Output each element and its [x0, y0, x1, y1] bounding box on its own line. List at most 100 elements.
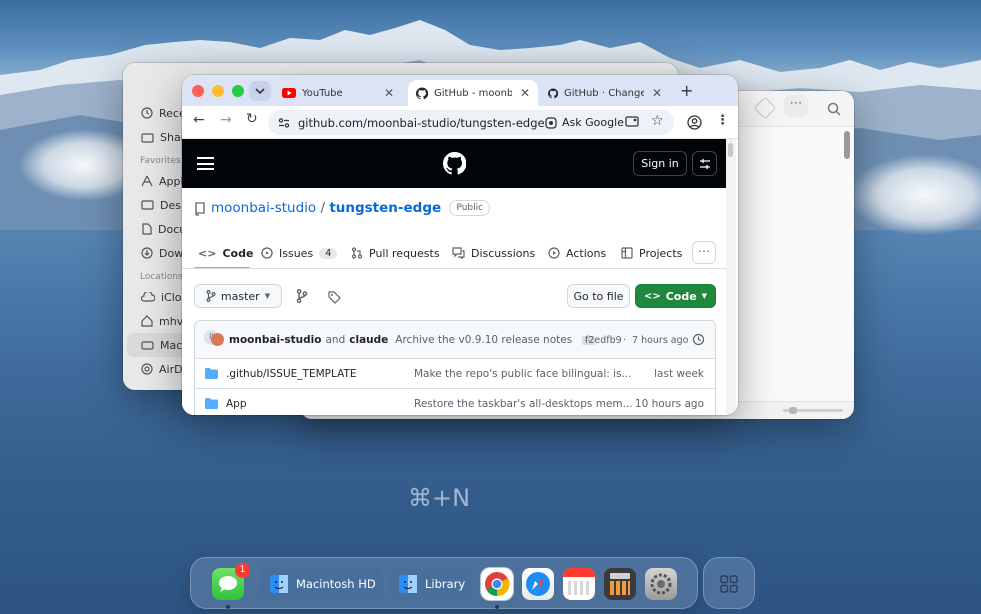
notification-badge: 1	[235, 563, 250, 578]
discussions-icon	[452, 247, 465, 259]
branch-select-button[interactable]: master ▼	[194, 284, 282, 308]
tab-github-repo[interactable]: GitHub - moonbai-studio/tungsten-edge ✕	[408, 80, 538, 106]
hamburger-menu-icon[interactable]	[197, 157, 214, 170]
close-tab-icon[interactable]: ✕	[520, 86, 530, 100]
tab-code[interactable]: <> Code	[198, 240, 253, 266]
repo-icon	[195, 202, 205, 216]
menu-kebab-icon[interactable]: ⋮	[716, 113, 729, 128]
new-window-shortcut-hint: ⌘+N	[408, 484, 471, 512]
tab-issues[interactable]: Issues 4	[261, 240, 338, 266]
finder-icon	[399, 575, 417, 593]
dock-macintosh-hd[interactable]: Macintosh HD	[260, 567, 383, 601]
tab-projects[interactable]: Projects	[621, 240, 682, 266]
repo-name-link[interactable]: tungsten-edge	[329, 200, 441, 216]
code-icon: <>	[198, 246, 217, 260]
zoom-slider-knob[interactable]	[789, 407, 797, 414]
code-dropdown-button[interactable]: <> Code ▼	[635, 284, 716, 308]
dock-chrome[interactable]	[481, 568, 513, 600]
dock-calculator[interactable]	[604, 568, 636, 600]
dock-calendar[interactable]	[563, 568, 595, 600]
avatar[interactable]: ⠿	[204, 330, 224, 350]
pull-request-icon	[351, 247, 363, 259]
profile-icon[interactable]	[687, 115, 702, 130]
search-icon[interactable]	[827, 102, 841, 116]
close-button[interactable]	[192, 85, 204, 97]
github-repo-page: moonbai-studio / tungsten-edge Public <>…	[182, 188, 728, 415]
applications-icon	[141, 175, 153, 187]
tab-pull-requests[interactable]: Pull requests	[351, 240, 440, 266]
dock-messages[interactable]: 1	[212, 563, 250, 600]
commit-author[interactable]: moonbai-studio	[229, 334, 321, 346]
youtube-icon	[282, 88, 296, 98]
file-name[interactable]: App	[226, 398, 247, 410]
dock-safari[interactable]	[522, 568, 554, 600]
close-tab-icon[interactable]: ✕	[384, 86, 394, 100]
dock-library[interactable]: Library	[389, 567, 473, 601]
browser-toolbar: ← → ↻ github.com/moonbai-studio/tungsten…	[182, 106, 738, 139]
zoom-button[interactable]	[232, 85, 244, 97]
commit-message[interactable]: Archive the v0.9.10 release notes	[395, 334, 572, 346]
sliders-icon	[699, 158, 710, 169]
tab-actions[interactable]: Actions	[548, 240, 606, 266]
branches-icon[interactable]	[296, 288, 308, 307]
window-controls[interactable]	[192, 85, 244, 97]
tag-icon	[328, 291, 341, 304]
issues-icon	[261, 247, 273, 259]
close-tab-icon[interactable]: ✕	[652, 86, 662, 100]
more-icon[interactable]: ⋯	[784, 95, 808, 117]
github-logo-icon[interactable]	[443, 152, 466, 175]
table-row[interactable]: App Restore the taskbar's all-desktops m…	[194, 388, 716, 415]
tab-discussions[interactable]: Discussions	[452, 240, 535, 266]
desktop-icon	[141, 199, 154, 210]
site-settings-icon[interactable]	[278, 117, 290, 129]
cloud-icon	[141, 292, 155, 302]
messages-icon	[219, 576, 237, 592]
sign-in-button[interactable]: Sign in	[633, 151, 687, 176]
minimize-button[interactable]	[212, 85, 224, 97]
repo-title: moonbai-studio / tungsten-edge Public	[211, 200, 491, 216]
page-scrollbar[interactable]	[726, 139, 736, 415]
file-commit-message[interactable]: Restore the taskbar's all-desktops mem..…	[414, 398, 633, 410]
file-commit-message[interactable]: Make the repo's public face bilingual: i…	[414, 368, 632, 380]
gear-icon	[650, 573, 672, 595]
commit-coauthor[interactable]: claude	[349, 334, 388, 346]
branch-icon	[296, 289, 308, 304]
finder-icon	[270, 575, 288, 593]
go-to-file-button[interactable]: Go to file	[567, 284, 630, 308]
bookmark-star-icon[interactable]: ☆	[651, 113, 664, 129]
reload-icon[interactable]: ↻	[246, 111, 258, 127]
repo-owner-link[interactable]: moonbai-studio	[211, 200, 316, 216]
visibility-badge: Public	[449, 200, 491, 216]
dock-app-grid[interactable]	[703, 557, 755, 609]
cast-icon[interactable]	[625, 116, 639, 128]
latest-commit-bar: ⠿ moonbai-studio and claude Archive the …	[195, 321, 715, 359]
tab-search-button[interactable]	[249, 81, 271, 101]
more-tabs-button[interactable]: ⋯	[692, 241, 716, 264]
scrollbar-thumb[interactable]	[728, 143, 733, 157]
folder-icon	[205, 368, 218, 379]
sidebar-item-macintosh-hd[interactable]: Macintosh HD	[127, 333, 189, 357]
table-row[interactable]: .github/ISSUE_TEMPLATE Make the repo's p…	[194, 358, 716, 388]
file-time: 10 hours ago	[634, 397, 704, 410]
tab-bar: YouTube ✕ GitHub - moonbai-studio/tungst…	[182, 75, 738, 106]
address-bar[interactable]: github.com/moonbai-studio/tungsten-edge …	[268, 110, 674, 135]
scrollbar-thumb[interactable]	[844, 131, 850, 159]
safari-icon	[526, 572, 550, 596]
history-icon[interactable]	[692, 333, 705, 346]
commit-hash[interactable]: f2edfb9	[585, 335, 622, 346]
new-tab-button[interactable]: +	[680, 81, 693, 100]
chrome-window[interactable]: YouTube ✕ GitHub - moonbai-studio/tungst…	[182, 75, 738, 415]
back-icon[interactable]: ←	[193, 112, 205, 128]
forward-icon[interactable]: →	[220, 112, 232, 128]
ask-google-button[interactable]: Ask Google	[538, 112, 631, 133]
search-settings-button[interactable]	[692, 151, 717, 176]
running-indicator	[495, 605, 499, 609]
file-name[interactable]: .github/ISSUE_TEMPLATE	[226, 368, 357, 380]
dock-system-settings[interactable]	[645, 568, 677, 600]
tab-youtube[interactable]: YouTube ✕	[274, 80, 402, 106]
dock: 1 Macintosh HD Library	[190, 557, 698, 609]
tags-icon[interactable]	[328, 289, 341, 308]
commit-and: and	[325, 334, 346, 346]
tab-github-home[interactable]: GitHub · Change is constant ✕	[540, 80, 670, 106]
url-text[interactable]: github.com/moonbai-studio/tungsten-edge	[298, 116, 545, 130]
